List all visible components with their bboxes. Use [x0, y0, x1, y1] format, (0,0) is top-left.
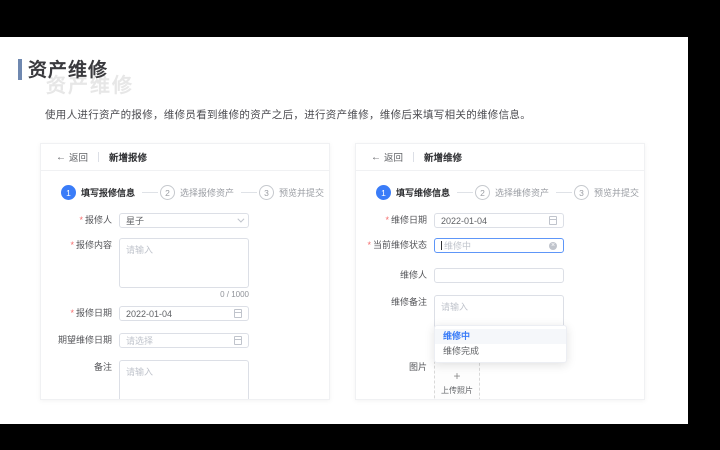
- step-1-label: 填写维修信息: [396, 188, 451, 198]
- remark-placeholder: 请输入: [126, 367, 154, 377]
- expect-date-label: 期望维修日期: [57, 335, 112, 345]
- status-label: * 当前维修状态: [367, 240, 427, 250]
- content-char-counter: 0 / 1000: [220, 290, 249, 299]
- clear-circle-icon[interactable]: [549, 241, 557, 250]
- chevron-down-icon: [237, 215, 245, 223]
- step-connector: [556, 192, 573, 193]
- plus-icon: +: [453, 369, 461, 383]
- form-row-remark: 备注 请输入: [41, 360, 329, 399]
- required-mark: *: [70, 308, 74, 318]
- status-dropdown: 维修中 维修完成: [434, 325, 567, 363]
- step-3-circle: 3: [574, 185, 590, 200]
- step-3-label: 预览并提交: [594, 188, 640, 198]
- step-connector: [457, 192, 474, 193]
- card-title: 新增报修: [109, 153, 148, 164]
- step-3-circle: 3: [259, 185, 275, 200]
- status-value: 维修中: [444, 241, 472, 251]
- dropdown-option-completed[interactable]: 维修完成: [435, 344, 566, 359]
- report-date-value: 2022-01-04: [126, 308, 173, 319]
- repair-request-form: * 报修人 星子 * 报修内容 请输入 0 / 1000 * 报修日期 2022…: [41, 213, 329, 399]
- card-title: 新增维修: [424, 153, 463, 164]
- card-header: ← 返回 新增报修: [41, 144, 329, 171]
- back-arrow-icon: ←: [371, 151, 381, 163]
- step-2-circle: 2: [160, 185, 176, 200]
- step-1-label: 填写报修信息: [81, 188, 136, 198]
- required-mark: *: [385, 215, 389, 225]
- repair-date-value: 2022-01-04: [441, 215, 488, 226]
- maintenance-form: * 维修日期 2022-01-04 * 当前维修状态 维修中 × 维修人 维修备…: [356, 213, 644, 399]
- heading-accent-bar: [18, 59, 22, 80]
- reporter-label: * 报修人: [79, 215, 112, 225]
- form-row-images: 图片 + 上传照片: [356, 360, 644, 399]
- text-cursor: [441, 241, 442, 250]
- repair-remark-placeholder: 请输入: [441, 302, 469, 312]
- back-label: 返回: [384, 153, 404, 164]
- step-2-label: 选择报修资产: [180, 188, 235, 198]
- steps-bar: 1 填写报修信息 2 选择报修资产 3 预览并提交: [61, 185, 329, 200]
- remark-label: 备注: [93, 362, 112, 372]
- page-heading: 资产维修 资产维修: [18, 55, 132, 97]
- header-divider: [413, 152, 415, 162]
- reporter-select[interactable]: 星子: [119, 213, 249, 228]
- form-row-status: * 当前维修状态 维修中: [356, 238, 644, 253]
- required-mark: *: [367, 240, 371, 250]
- reporter-value: 星子: [126, 216, 145, 226]
- screenshot-stage: 资产维修 资产维修 使用人进行资产的报修，维修员看到维修的资产之后，进行资产维修…: [0, 0, 720, 450]
- calendar-icon: [234, 336, 242, 345]
- report-date-label: * 报修日期: [70, 308, 112, 318]
- form-row-repair-date: * 维修日期 2022-01-04: [356, 213, 644, 228]
- form-row-reporter: * 报修人 星子: [41, 213, 329, 228]
- form-row-repairer: 维修人: [356, 268, 644, 283]
- upload-photo-button[interactable]: + 上传照片: [434, 360, 480, 399]
- page-description: 使用人进行资产的报修，维修员看到维修的资产之后，进行资产维修，维修后来填写相关的…: [45, 109, 531, 121]
- dropdown-option-in-progress[interactable]: 维修中: [435, 329, 566, 344]
- repairer-select[interactable]: [434, 268, 564, 283]
- page-title: 资产维修: [28, 60, 109, 81]
- step-connector: [241, 192, 258, 193]
- content-placeholder: 请输入: [126, 245, 154, 255]
- form-row-content: * 报修内容 请输入 0 / 1000: [41, 238, 329, 299]
- repairer-label: 维修人: [399, 270, 427, 280]
- back-label: 返回: [69, 153, 89, 164]
- step-1-circle: 1: [376, 185, 391, 200]
- step-2-label: 选择维修资产: [495, 188, 550, 198]
- card-header: ← 返回 新增维修: [356, 144, 644, 171]
- new-maintenance-card: ← 返回 新增维修 1 填写维修信息 2 选择维修资产 3 预览并提交 * 维修日…: [355, 143, 645, 400]
- back-arrow-icon: ←: [56, 151, 66, 163]
- step-connector: [142, 192, 159, 193]
- step-3-label: 预览并提交: [279, 188, 325, 198]
- back-button[interactable]: ← 返回: [371, 150, 404, 165]
- repair-date-label: * 维修日期: [385, 215, 427, 225]
- form-row-expect-date: 期望维修日期 请选择: [41, 333, 329, 348]
- content-textarea[interactable]: 请输入: [119, 238, 249, 288]
- remark-textarea[interactable]: 请输入: [119, 360, 249, 399]
- new-repair-request-card: ← 返回 新增报修 1 填写报修信息 2 选择报修资产 3 预览并提交 * 报修人: [40, 143, 330, 400]
- calendar-icon: [234, 309, 242, 318]
- expect-date-input[interactable]: 请选择: [119, 333, 249, 348]
- images-label: 图片: [408, 362, 427, 372]
- step-2-circle: 2: [475, 185, 491, 200]
- required-mark: *: [79, 215, 83, 225]
- calendar-icon: [549, 216, 557, 225]
- repair-remark-label: 维修备注: [390, 297, 427, 307]
- steps-bar: 1 填写维修信息 2 选择维修资产 3 预览并提交: [376, 185, 644, 200]
- status-select[interactable]: 维修中: [434, 238, 564, 253]
- content-panel: 资产维修 资产维修 使用人进行资产的报修，维修员看到维修的资产之后，进行资产维修…: [0, 37, 688, 424]
- upload-label: 上传照片: [441, 386, 473, 395]
- required-mark: *: [70, 240, 74, 250]
- report-date-input[interactable]: 2022-01-04: [119, 306, 249, 321]
- back-button[interactable]: ← 返回: [56, 150, 89, 165]
- header-divider: [98, 152, 100, 162]
- repair-date-input[interactable]: 2022-01-04: [434, 213, 564, 228]
- form-row-report-date: * 报修日期 2022-01-04: [41, 306, 329, 321]
- expect-date-placeholder: 请选择: [126, 336, 154, 346]
- content-label: * 报修内容: [70, 240, 112, 250]
- step-1-circle: 1: [61, 185, 76, 200]
